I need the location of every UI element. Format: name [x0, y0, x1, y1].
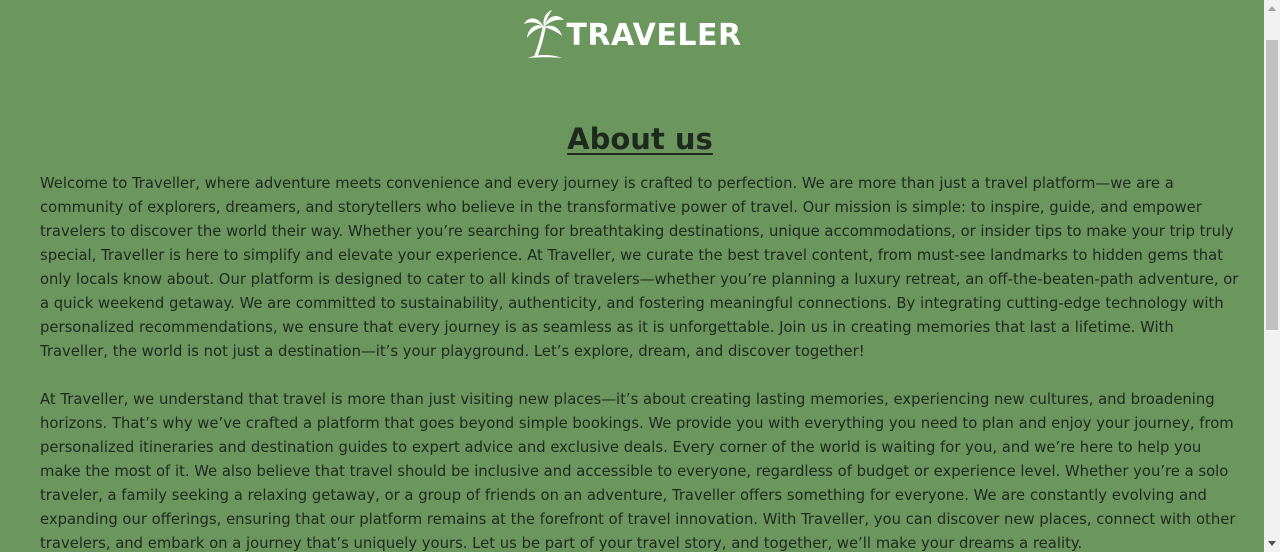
- brand-logo[interactable]: TRAVELER: [522, 8, 741, 62]
- page-title: About us: [567, 122, 713, 156]
- about-paragraph-1: Welcome to Traveller, where adventure me…: [40, 175, 1239, 360]
- scroll-down-arrow-icon[interactable]: [1264, 536, 1280, 552]
- about-paragraph-2: At Traveller, we understand that travel …: [40, 391, 1236, 552]
- about-section: About us Welcome to Traveller, where adv…: [0, 122, 1264, 552]
- brand-name: TRAVELER: [566, 17, 742, 53]
- scroll-up-arrow-icon[interactable]: [1264, 0, 1280, 16]
- site-header: TRAVELER: [0, 0, 1264, 80]
- scrollbar-thumb[interactable]: [1266, 40, 1278, 330]
- palm-tree-icon: [522, 8, 566, 62]
- page: TRAVELER About us Welcome to Traveller, …: [0, 0, 1264, 552]
- vertical-scrollbar[interactable]: [1264, 0, 1280, 552]
